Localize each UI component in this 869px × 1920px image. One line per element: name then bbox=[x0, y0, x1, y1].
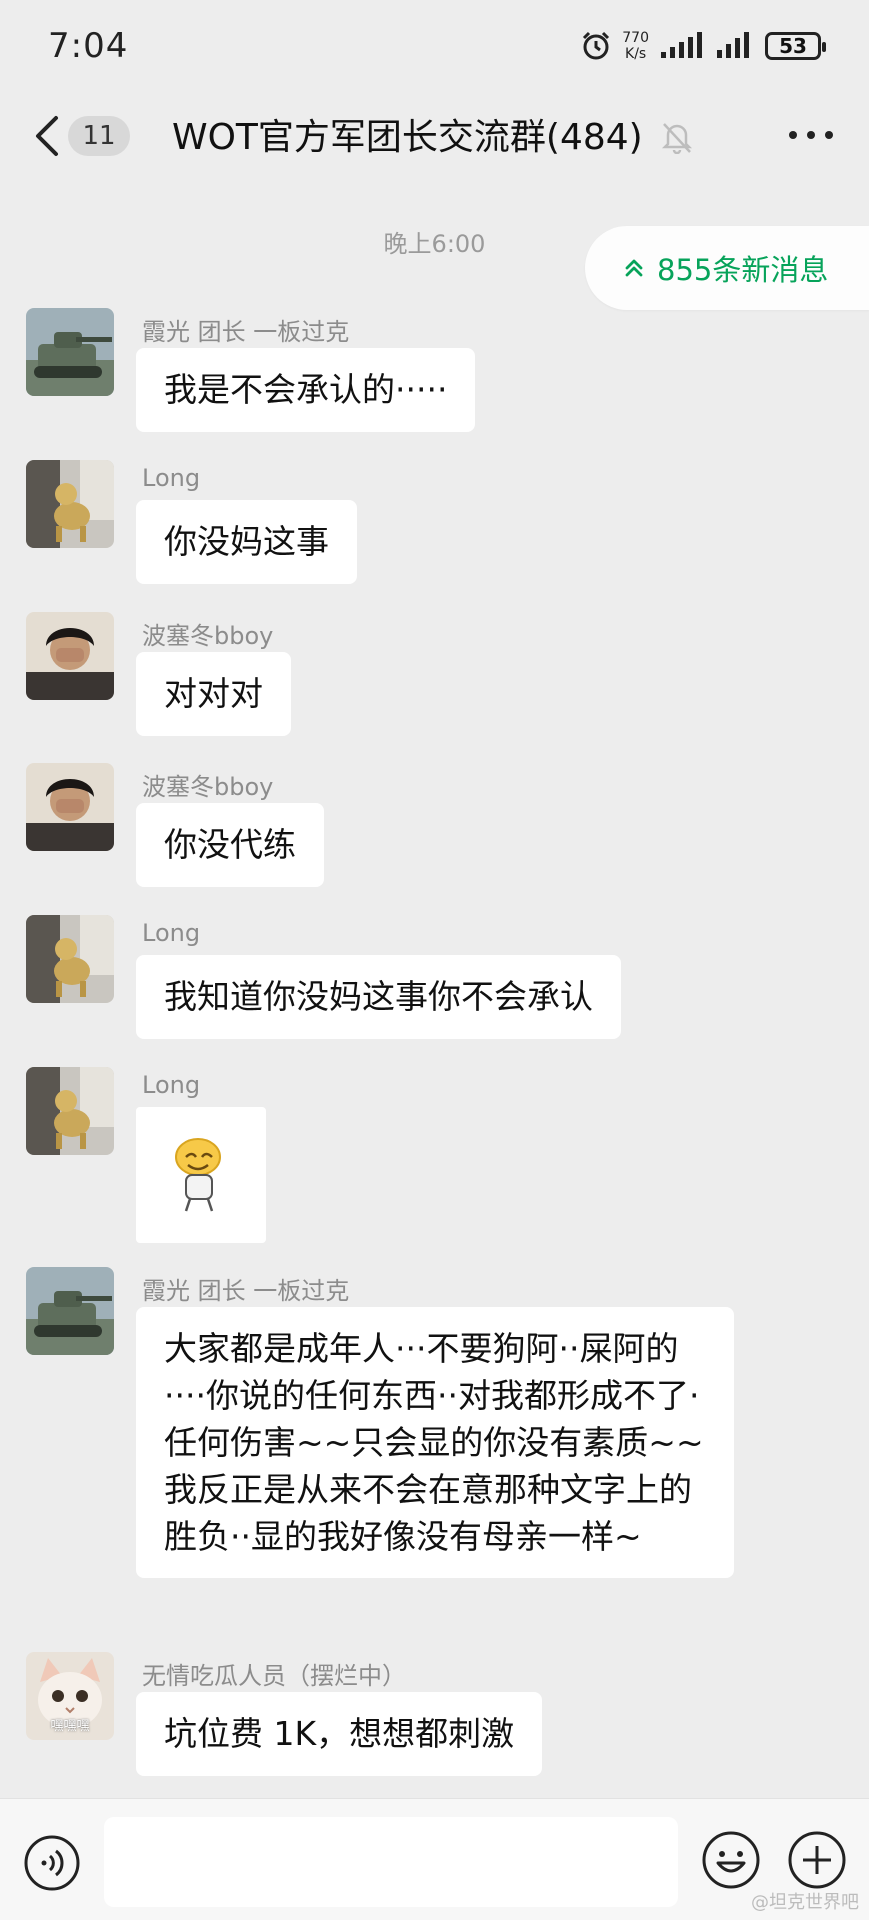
battery-indicator: 53 bbox=[765, 32, 826, 60]
mute-bell-icon bbox=[661, 123, 693, 154]
new-messages-label: 855条新消息 bbox=[657, 253, 829, 287]
gold-figurine-avatar-image bbox=[26, 460, 114, 548]
plus-icon[interactable] bbox=[786, 1829, 848, 1891]
chat-header: 11 WOT官方军团长交流群(484) bbox=[0, 92, 869, 180]
gold-figurine-avatar-image bbox=[26, 915, 114, 1003]
sticker-message[interactable] bbox=[136, 1107, 266, 1243]
input-bar: @坦克世界吧 bbox=[0, 1798, 869, 1920]
new-messages-button[interactable]: 855条新消息 bbox=[585, 226, 869, 310]
person-avatar-image bbox=[26, 612, 114, 700]
status-bar: 7:04 770 K/s 53 bbox=[0, 0, 869, 92]
avatar[interactable] bbox=[26, 763, 114, 851]
sender-name: Long bbox=[142, 919, 201, 947]
message-bubble[interactable]: 你没代练 bbox=[136, 803, 324, 887]
tank-avatar-image bbox=[26, 308, 114, 396]
tank-avatar-image bbox=[26, 1267, 114, 1355]
status-icons: 770 K/s 53 bbox=[580, 30, 826, 62]
dot bbox=[789, 131, 797, 139]
signal-icon-2 bbox=[717, 32, 749, 58]
sender-name: 霞光 团长 一板过克 bbox=[142, 1277, 350, 1305]
sender-name: 波塞冬bboy bbox=[142, 622, 274, 650]
dot bbox=[807, 131, 815, 139]
chat-title: WOT官方军团长交流群(484) bbox=[172, 117, 643, 158]
avatar[interactable] bbox=[26, 612, 114, 700]
message-bubble[interactable]: 对对对 bbox=[136, 652, 291, 736]
voice-input-icon[interactable] bbox=[22, 1833, 82, 1893]
avatar[interactable]: 嘿嘿嘿 bbox=[26, 1652, 114, 1740]
network-speed-value: 770 bbox=[622, 30, 649, 46]
network-speed: 770 K/s bbox=[622, 30, 649, 62]
sender-name: 波塞冬bboy bbox=[142, 773, 274, 801]
person-avatar-image bbox=[26, 763, 114, 851]
unread-count-badge[interactable]: 11 bbox=[68, 116, 130, 156]
alarm-icon bbox=[583, 31, 610, 60]
avatar[interactable] bbox=[26, 460, 114, 548]
more-options-button[interactable] bbox=[789, 120, 833, 150]
watermark: @坦克世界吧 bbox=[751, 1892, 859, 1913]
signal-icon bbox=[661, 32, 702, 58]
sender-name: 无情吃瓜人员（摆烂中） bbox=[142, 1662, 406, 1690]
message-bubble[interactable]: 我是不会承认的····· bbox=[136, 348, 476, 432]
message-bubble[interactable]: 你没妈这事 bbox=[136, 500, 357, 584]
avatar[interactable] bbox=[26, 1267, 114, 1355]
sender-name: Long bbox=[142, 464, 201, 492]
emoji-icon[interactable] bbox=[700, 1829, 762, 1891]
double-chevron-up-icon bbox=[625, 259, 643, 277]
status-time: 7:04 bbox=[48, 26, 129, 66]
avatar[interactable] bbox=[26, 915, 114, 1003]
sender-name: Long bbox=[142, 1071, 201, 1099]
message-input[interactable] bbox=[104, 1817, 678, 1907]
back-arrow-icon[interactable] bbox=[30, 114, 64, 158]
message-bubble[interactable]: 我知道你没妈这事你不会承认 bbox=[136, 955, 621, 1039]
avatar[interactable] bbox=[26, 1067, 114, 1155]
avatar[interactable] bbox=[26, 308, 114, 396]
smiley-sticker-icon bbox=[175, 1138, 221, 1212]
message-bubble[interactable]: 大家都是成年人···不要狗阿··屎阿的····你说的任何东西··对我都形成不了·… bbox=[136, 1307, 734, 1578]
gold-figurine-avatar-image bbox=[26, 1067, 114, 1155]
avatar-caption: 嘿嘿嘿 bbox=[50, 1719, 90, 1734]
sender-name: 霞光 团长 一板过克 bbox=[142, 318, 350, 346]
network-speed-unit: K/s bbox=[625, 46, 647, 62]
message-bubble[interactable]: 坑位费 1K，想想都刺激 bbox=[136, 1692, 543, 1776]
dot bbox=[825, 131, 833, 139]
